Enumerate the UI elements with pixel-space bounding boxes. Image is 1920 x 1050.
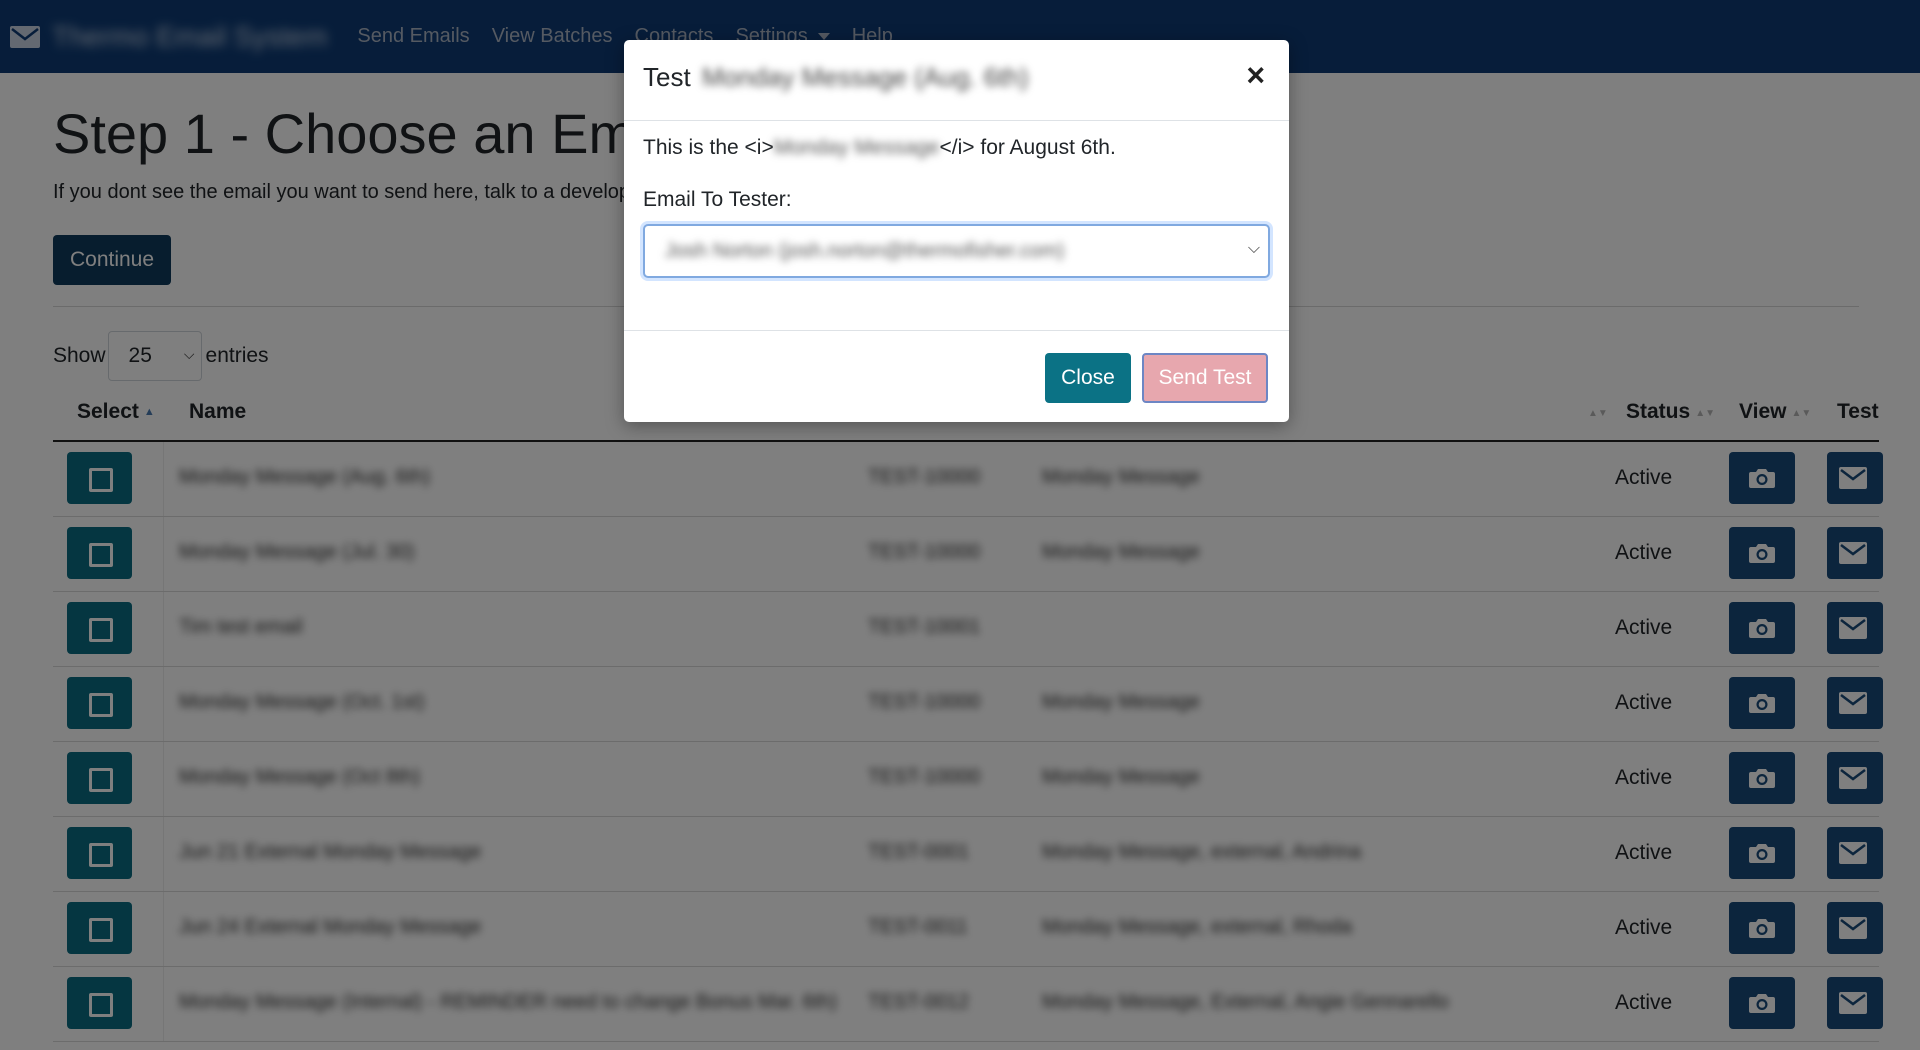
modal-body: This is the <i>Monday Message</i> for Au… — [643, 136, 1270, 278]
email-description: This is the <i>Monday Message</i> for Au… — [643, 136, 1270, 160]
desc-suffix: </i> for August 6th. — [939, 136, 1116, 159]
modal-title-email-name: Monday Message (Aug. 6th) — [701, 62, 1029, 92]
send-test-button[interactable]: Send Test — [1142, 353, 1268, 403]
test-email-modal: Test Monday Message (Aug. 6th) × This is… — [624, 40, 1289, 422]
tester-email-select[interactable]: Josh Norton (josh.norton@thermofisher.co… — [643, 224, 1270, 278]
modal-footer: Close Send Test — [624, 330, 1289, 423]
tester-email-value: Josh Norton (josh.norton@thermofisher.co… — [665, 240, 1065, 262]
desc-prefix: This is the <i> — [643, 136, 774, 159]
chevron-down-icon: ⌵ — [1247, 240, 1260, 257]
email-to-tester-label: Email To Tester: — [643, 188, 792, 211]
modal-title-prefix: Test — [643, 62, 691, 92]
close-icon[interactable]: × — [1240, 58, 1271, 92]
modal-header: Test Monday Message (Aug. 6th) × — [624, 40, 1289, 121]
modal-title: Test Monday Message (Aug. 6th) — [643, 62, 1029, 93]
close-button[interactable]: Close — [1045, 353, 1131, 403]
desc-email-name: Monday Message — [773, 136, 940, 159]
